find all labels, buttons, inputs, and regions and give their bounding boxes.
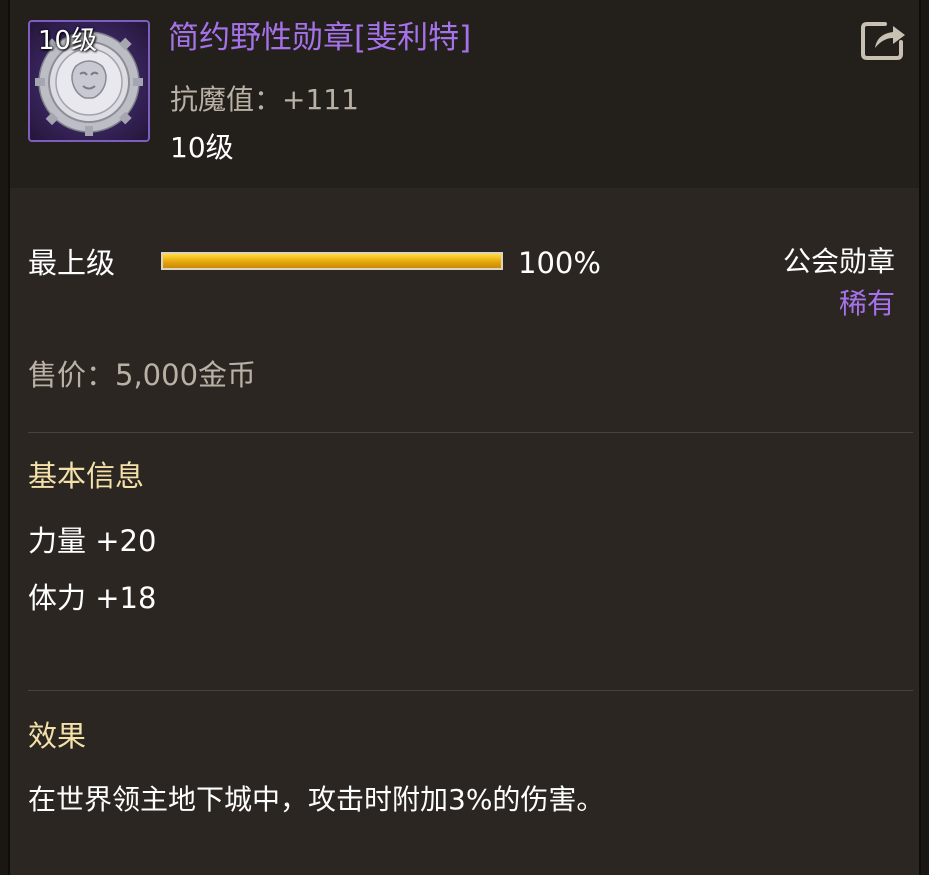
item-price: 售价：5,000金币 [28,358,257,392]
item-level-badge: 10级 [38,26,98,56]
item-category: 公会勋章 [782,245,895,278]
upgrade-progress-fill [163,254,501,268]
share-button[interactable] [859,18,907,62]
effect-title: 效果 [28,719,87,753]
upgrade-progress-text: 100% [518,246,601,280]
tooltip-header: 10级 简约野性勋章[斐利特] 抗魔值：+111 10级 [10,0,919,188]
item-magic-resist-stat: 抗魔值：+111 [170,83,359,116]
attribute-vitality: 体力 +18 [28,581,157,615]
item-name: 简约野性勋章[斐利特] [168,20,472,56]
item-icon-slot[interactable]: 10级 [28,20,150,142]
attribute-strength: 力量 +20 [28,524,157,558]
basic-info-title: 基本信息 [28,459,145,493]
upgrade-progress-bar [161,252,503,270]
section-divider [28,432,913,433]
share-export-icon [861,22,905,60]
item-tooltip-panel: 10级 简约野性勋章[斐利特] 抗魔值：+111 10级 最上级 100% 公会… [8,0,921,875]
section-divider [28,690,913,691]
effect-description: 在世界领主地下城中，攻击时附加3%的伤害。 [28,783,605,816]
item-rarity: 稀有 [838,287,895,320]
item-level: 10级 [170,131,234,164]
upgrade-level-label: 最上级 [28,246,116,280]
